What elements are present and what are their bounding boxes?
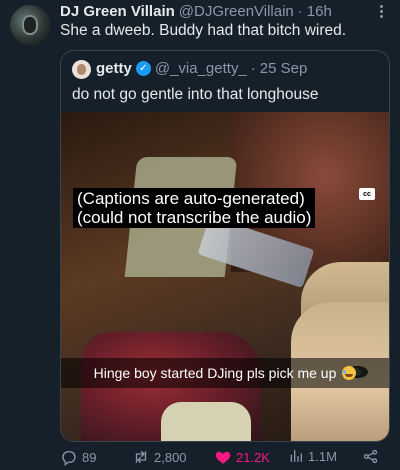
quoted-tweet-header: getty ✓ @_via_getty_ · 25 Sep [96,60,307,77]
quoted-author-name[interactable]: getty [96,60,132,77]
repost-icon [132,448,150,466]
quoted-tweet-date[interactable]: 25 Sep [260,60,308,77]
heart-icon [214,448,232,466]
reply-count: 89 [82,449,97,465]
quoted-author-handle[interactable]: @_via_getty_ [155,60,247,77]
overlay-text: Hinge boy started DJing pls pick me up [93,365,337,381]
tweet[interactable]: DJ Green Villain @DJGreenVillain · 16h S… [0,0,400,470]
quoted-tweet[interactable]: getty ✓ @_via_getty_ · 25 Sep do not go … [60,50,390,442]
share-button[interactable] [362,448,379,465]
share-icon [362,448,379,465]
author-name[interactable]: DJ Green Villain [60,3,175,20]
more-options-icon[interactable] [372,2,390,20]
tweet-time[interactable]: 16h [307,3,332,20]
verified-badge-icon: ✓ [135,61,151,76]
quoted-tweet-text: do not go gentle into that longhouse [72,86,319,103]
video-frame [61,112,389,441]
quoted-author-avatar[interactable] [72,60,91,79]
video-captions: (Captions are auto-generated) (could not… [73,188,316,228]
reply-icon [60,448,78,466]
tweet-actions: 89 2,800 21.2K 1.1M [60,448,390,468]
separator: · [297,3,303,20]
author-handle[interactable]: @DJGreenVillain [179,3,294,20]
video-overlay-caption: Hinge boy started DJing pls pick me up [61,358,389,388]
tweet-header: DJ Green Villain @DJGreenVillain · 16h [60,3,332,21]
tweet-text: She a dweeb. Buddy had that bitch wired. [60,22,347,39]
views-count: 1.1M [308,448,337,464]
repost-button[interactable]: 2,800 [132,448,187,466]
views-chart-icon [288,448,304,464]
captions-line-1: (Captions are auto-generated) [77,189,305,208]
repost-count: 2,800 [154,449,187,465]
like-button[interactable]: 21.2K [214,448,270,466]
sweat-smile-emoji-icon [342,366,357,380]
views-button[interactable]: 1.1M [288,448,337,464]
captions-line-2: (could not transcribe the audio) [77,208,312,227]
like-count: 21.2K [236,449,270,465]
video-player[interactable]: (Captions are auto-generated) (could not… [61,112,389,441]
author-avatar[interactable] [10,5,50,45]
closed-captions-icon[interactable]: cc [359,188,375,200]
reply-button[interactable]: 89 [60,448,96,466]
separator: · [250,60,256,77]
